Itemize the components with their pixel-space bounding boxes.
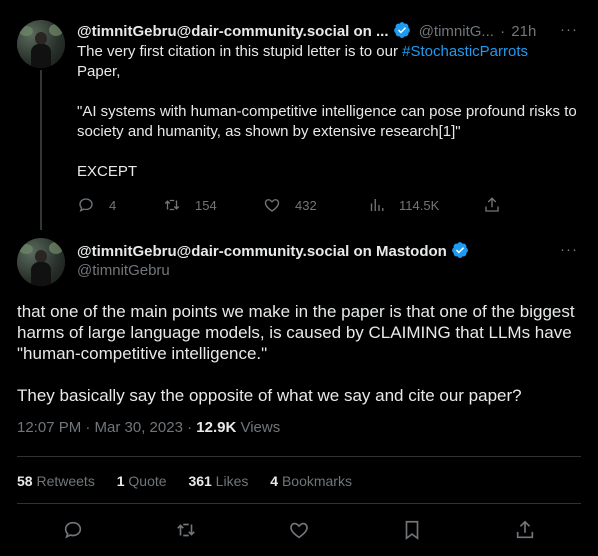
tweet-text-segment: Paper, <box>77 63 121 80</box>
views-icon <box>370 199 384 211</box>
tweet-paragraph-1: that one of the main points we make in t… <box>17 302 575 363</box>
divider <box>17 503 581 504</box>
hashtag-link[interactable]: #StochasticParrots <box>402 43 528 60</box>
share-button[interactable] <box>483 193 501 217</box>
quoted-text: "AI systems with human-competitive intel… <box>77 103 577 140</box>
handle[interactable]: @timnitG... <box>419 23 494 40</box>
views-count: 114.5K <box>399 197 440 213</box>
retweet-button[interactable]: 154 <box>163 193 217 217</box>
reply-button[interactable] <box>59 516 87 544</box>
like-count: 432 <box>295 197 317 213</box>
retweets-stat[interactable]: 58 Retweets <box>17 473 95 489</box>
reply-icon <box>64 521 82 539</box>
avatar[interactable] <box>17 20 65 68</box>
avatar[interactable] <box>17 238 65 286</box>
divider <box>17 456 581 457</box>
bookmarks-stat[interactable]: 4 Bookmarks <box>270 473 352 489</box>
retweet-icon <box>177 523 195 537</box>
tweet-1[interactable]: @timnitGebru@dair-community.social on ..… <box>0 0 598 230</box>
thread-connector-line <box>40 70 42 230</box>
handle[interactable]: @timnitGebru <box>77 261 170 281</box>
tweet-1-header: @timnitGebru@dair-community.social on ..… <box>77 21 577 41</box>
likes-label: Likes <box>211 473 249 489</box>
display-name[interactable]: @timnitGebru@dair-community.social on Ma… <box>77 243 447 260</box>
likes-stat[interactable]: 361 Likes <box>188 473 248 489</box>
tweet-text-segment: The very first citation in this stupid l… <box>77 43 403 60</box>
bookmarks-count: 4 <box>270 473 279 489</box>
post-timestamp[interactable]: 12:07 PM · Mar 30, 2023 · <box>17 419 196 436</box>
quotes-stat[interactable]: 1 Quote <box>117 473 167 489</box>
tweet-2-text: that one of the main points we make in t… <box>17 301 587 406</box>
views-button[interactable]: 114.5K <box>367 193 439 217</box>
bookmark-icon <box>405 520 419 540</box>
closing-text: EXCEPT <box>77 163 138 180</box>
views-count: 12.9K <box>196 419 237 436</box>
verified-badge-icon <box>451 241 469 265</box>
retweet-icon <box>164 199 180 211</box>
like-icon <box>290 522 308 539</box>
like-icon <box>264 199 280 212</box>
more-icon[interactable]: ··· <box>560 21 578 38</box>
reply-icon <box>79 198 93 212</box>
more-icon[interactable]: ··· <box>560 241 578 258</box>
timestamp[interactable]: 21h <box>511 23 536 40</box>
bookmark-button[interactable] <box>398 516 426 544</box>
like-button[interactable] <box>285 516 313 544</box>
views-label: Views <box>236 419 281 436</box>
reply-button[interactable]: 4 <box>77 193 116 217</box>
separator: · <box>500 23 506 40</box>
like-button[interactable]: 432 <box>263 193 317 217</box>
likes-count: 361 <box>188 473 212 489</box>
share-button[interactable] <box>511 516 539 544</box>
tweet-meta: 12:07 PM · Mar 30, 2023 · 12.9K Views <box>17 418 280 438</box>
retweets-count: 58 <box>17 473 33 489</box>
reply-count: 4 <box>109 197 117 213</box>
retweet-count: 154 <box>195 197 217 213</box>
retweets-label: Retweets <box>32 473 95 489</box>
tweet-1-text: The very first citation in this stupid l… <box>77 42 587 182</box>
tweet-2-actions <box>0 516 598 544</box>
retweet-button[interactable] <box>172 516 200 544</box>
quotes-count: 1 <box>116 473 125 489</box>
display-name[interactable]: @timnitGebru@dair-community.social on ..… <box>77 23 389 40</box>
quotes-label: Quote <box>124 473 167 489</box>
engagement-stats: 58 Retweets 1 Quote 361 Likes 4 Bookmark… <box>17 471 370 491</box>
bookmarks-label: Bookmarks <box>278 473 352 489</box>
tweet-1-actions: 4 154 432 114.5K <box>77 193 499 217</box>
share-icon <box>516 520 534 539</box>
tweet-paragraph-2: They basically say the opposite of what … <box>17 386 522 405</box>
share-icon <box>485 197 499 212</box>
